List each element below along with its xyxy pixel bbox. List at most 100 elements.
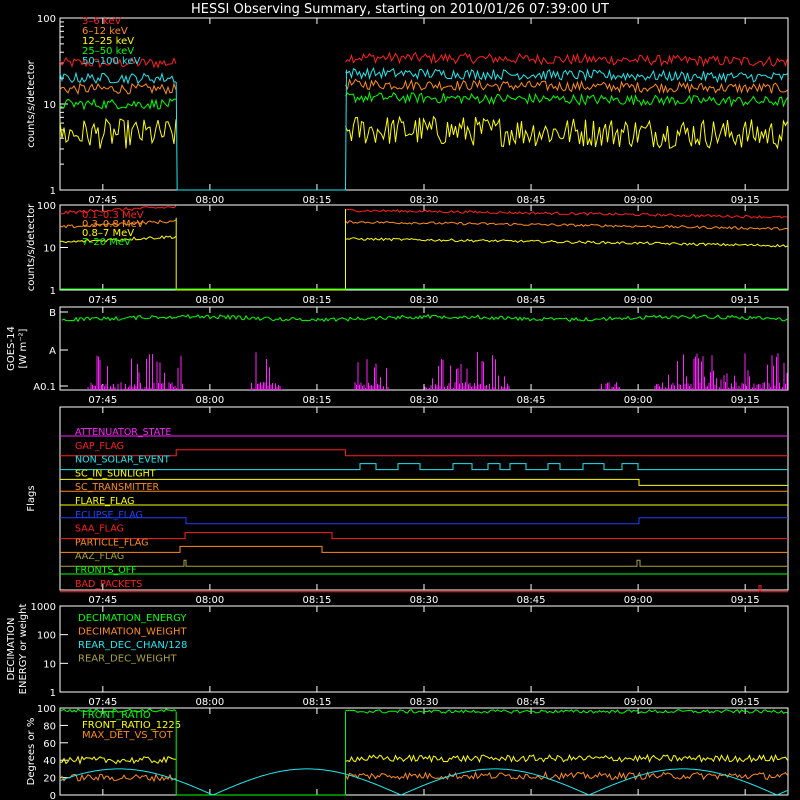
y-tick-label: 80	[43, 721, 56, 732]
flag-label: AAZ_FLAG	[75, 551, 124, 562]
y-axis-label: Degrees or %	[26, 718, 37, 786]
flag-label: NON_SOLAR_EVENT	[75, 455, 170, 466]
y-tick-label: 100	[37, 14, 56, 25]
panels: 07:45 08:00 08:15 08:30 08:45 09:00 09:15 count…	[6, 14, 789, 800]
x-tick-label: 09:15	[731, 195, 760, 206]
x-tick-label: 08:30	[410, 195, 439, 206]
y-axis-label: counts/s/detector	[26, 203, 37, 291]
series-line	[345, 90, 788, 108]
goes-line	[61, 313, 789, 323]
flag-label: BAD_PACKETS	[75, 579, 142, 590]
gap-line	[175, 209, 346, 291]
legend-entry: 7–20 MeV	[82, 237, 131, 248]
legend-entry: DECIMATION_ENERGY	[78, 613, 187, 624]
x-tick-label: 08:45	[517, 595, 546, 606]
y-tick-label: 1	[50, 286, 56, 297]
flag-line	[60, 559, 788, 567]
series-line	[345, 220, 788, 231]
series-line	[59, 755, 177, 766]
x-tick-label: 07:45	[88, 697, 117, 708]
gap-line	[175, 711, 346, 796]
x-tick-label: 07:45	[88, 295, 117, 306]
series-line	[345, 753, 788, 764]
x-tick-label: 08:30	[410, 295, 439, 306]
series-line	[59, 81, 177, 96]
y-tick-label: 40	[43, 756, 56, 767]
observing-summary-chart: HESSI Observing Summary, starting on 201…	[6, 2, 789, 800]
x-tick-label: 08:00	[195, 295, 224, 306]
x-tick-label: 08:15	[303, 395, 332, 406]
y-tick-label: 0	[50, 791, 56, 800]
y-axis-label: GOES-14	[6, 326, 17, 371]
x-tick-label: 09:00	[624, 395, 653, 406]
series-line	[345, 237, 788, 248]
y-tick-label: 1000	[31, 602, 56, 613]
panel-2: 07:45 08:00 08:15 08:30 08:45 09:00 09:15 count…	[26, 201, 789, 306]
panel-1: 07:45 08:00 08:15 08:30 08:45 09:00 09:15 count…	[26, 14, 789, 206]
y-tick-label: 10	[43, 244, 56, 255]
flag-line	[60, 532, 788, 540]
x-tick-label: 09:15	[731, 395, 760, 406]
legend-entry: 50–100 keV	[82, 56, 141, 67]
series-line	[345, 208, 788, 219]
flag-label: GAP_FLAG	[75, 441, 124, 452]
y-tick-label: 10	[43, 100, 56, 111]
x-tick-label: 07:45	[88, 595, 117, 606]
panel-5: 07:45 08:00 08:15 08:30 08:45 09:00 09:15 DECIM…	[6, 602, 789, 708]
flag-line	[60, 517, 788, 525]
series-line	[59, 71, 177, 85]
x-tick-label: 08:45	[517, 195, 546, 206]
flag-line	[60, 545, 788, 553]
x-tick-label: 09:00	[624, 697, 653, 708]
series-line	[345, 51, 788, 68]
y-axis-label-2: ENERGY or weight	[18, 604, 29, 695]
y-tick-label: 100	[37, 631, 56, 642]
x-tick-label: 08:15	[303, 697, 332, 708]
flag-label: SC_IN_SUNLIGHT	[75, 468, 156, 479]
y-tick-label: 1	[50, 688, 56, 699]
x-tick-label: 09:15	[731, 697, 760, 708]
x-tick-label: 08:15	[303, 295, 332, 306]
goes-spikes	[87, 352, 788, 390]
y-axis-label-2: [W m⁻²]	[18, 328, 29, 368]
flag-label: PARTICLE_FLAG	[75, 537, 148, 548]
x-tick-label: 09:00	[624, 295, 653, 306]
panel-frame	[59, 17, 789, 191]
x-tick-label: 08:15	[303, 195, 332, 206]
series-line	[345, 770, 788, 781]
x-tick-label: 08:30	[410, 595, 439, 606]
y-tick-label: 20	[43, 774, 56, 785]
x-tick-label: 08:45	[517, 295, 546, 306]
x-tick-label: 09:15	[731, 295, 760, 306]
legend-entry: REAR_DEC_WEIGHT	[78, 654, 177, 665]
x-tick-label: 08:00	[195, 395, 224, 406]
series-line	[345, 78, 788, 95]
flag-label: SAA_FLAG	[75, 524, 124, 535]
x-tick-label: 09:15	[731, 595, 760, 606]
series-line	[59, 117, 177, 149]
series-line	[345, 709, 788, 714]
flag-label: SC_TRANSMITTER	[75, 482, 160, 493]
panel-3: 07:45 08:00 08:15 08:30 08:45 09:00 09:15 GOES-…	[6, 306, 789, 406]
flag-label: ATTENUATOR_STATE	[75, 427, 171, 438]
x-tick-label: 08:00	[195, 195, 224, 206]
flag-line	[60, 478, 788, 486]
legend-entry: REAR_DEC_CHAN/128	[78, 640, 187, 651]
y-axis-label: counts/s/detector	[26, 59, 37, 147]
flag-label: FRONTS_OFF	[75, 565, 137, 576]
flag-label: ECLIPSE_FLAG	[75, 510, 143, 521]
x-tick-label: 09:00	[624, 595, 653, 606]
series-line	[345, 115, 788, 150]
legend-entry: MAX_DET_VS_TOT	[82, 730, 174, 741]
x-tick-label: 09:00	[624, 195, 653, 206]
y-tick-label: 100	[37, 201, 56, 212]
chart-title: HESSI Observing Summary, starting on 201…	[191, 2, 609, 17]
y-tick-label: 60	[43, 739, 56, 750]
y-tick-label: 10	[43, 659, 56, 670]
x-tick-label: 08:00	[195, 697, 224, 708]
panel-4: 07:45 08:00 08:15 08:30 08:45 09:00 09:15 Flags…	[26, 406, 789, 606]
x-tick-label: 07:45	[88, 195, 117, 206]
x-tick-label: 08:30	[410, 395, 439, 406]
gap-line	[175, 69, 347, 191]
y-tick-label: 1	[50, 186, 56, 197]
